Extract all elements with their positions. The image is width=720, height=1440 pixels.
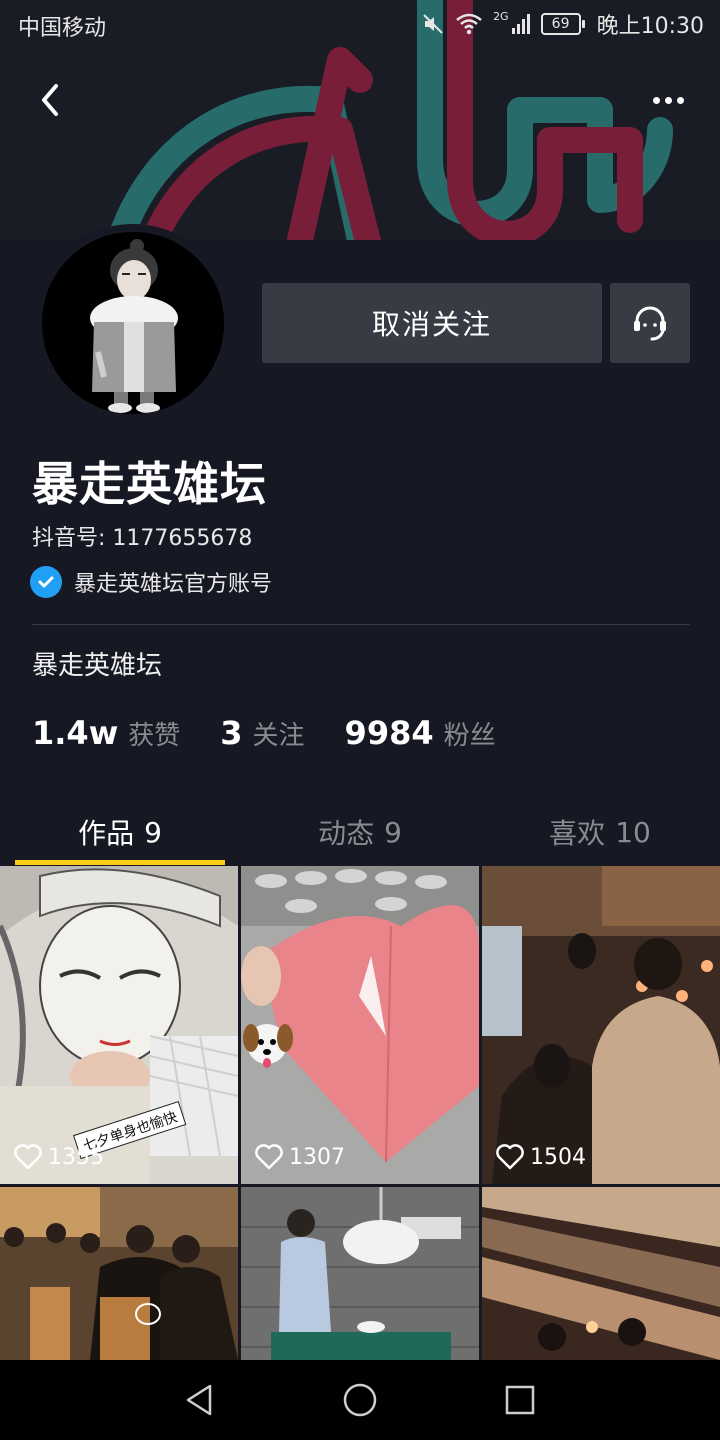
tab-count: 10 [615, 815, 651, 849]
tab-count: 9 [144, 815, 162, 849]
back-button[interactable] [28, 78, 72, 122]
heart-icon [14, 1144, 42, 1170]
likes-count: 1355 [48, 1144, 104, 1170]
square-recents-icon [505, 1385, 535, 1415]
likes-count: 1504 [530, 1144, 586, 1170]
divider [32, 624, 690, 625]
video-thumbnail[interactable]: 七夕单身也愉快 1355 [0, 866, 238, 1184]
tab-likes[interactable]: 喜欢 10 [480, 800, 720, 864]
more-button[interactable] [636, 78, 700, 122]
mute-icon [423, 14, 443, 34]
video-likes: 1355 [14, 1144, 104, 1170]
profile-stats: 1.4w 获赞 3 关注 9984 粉丝 [32, 714, 496, 752]
active-tab-indicator [15, 860, 225, 865]
network-type-label: 2G [493, 9, 509, 23]
douyin-id: 抖音号: 1177655678 [32, 526, 253, 551]
heart-icon [496, 1144, 524, 1170]
system-nav-bar [0, 1360, 720, 1440]
headset-icon [634, 306, 666, 341]
video-cover-image [482, 866, 720, 1184]
video-grid: 七夕单身也愉快 1355 1307 1504 [0, 866, 720, 1360]
nav-recents-button[interactable] [500, 1380, 540, 1420]
nav-home-button[interactable] [340, 1380, 380, 1420]
video-cover-image [482, 1187, 720, 1360]
video-cover-image [241, 866, 479, 1184]
stat-followers[interactable]: 9984 粉丝 [345, 714, 496, 752]
signal-icon [511, 14, 530, 34]
status-icons: 2G 69 晚上10:30 [421, 8, 704, 40]
message-button[interactable] [610, 283, 690, 363]
stat-likes: 1.4w 获赞 [32, 714, 180, 752]
heart-icon [255, 1144, 283, 1170]
likes-count: 1307 [289, 1144, 345, 1170]
stat-value: 9984 [344, 714, 434, 752]
tab-moments[interactable]: 动态 9 [240, 800, 480, 864]
wifi-icon [456, 13, 482, 35]
time-label: 晚上10:30 [596, 14, 704, 39]
video-cover-image [241, 1187, 479, 1360]
unfollow-button[interactable]: 取消关注 [262, 283, 602, 363]
video-thumbnail[interactable] [0, 1187, 238, 1360]
content-tabs: 作品 9 动态 9 喜欢 10 [0, 800, 720, 864]
status-bar: 中国移动 2G 69 晚上10:30 [0, 0, 720, 48]
check-badge-icon [30, 566, 62, 598]
stat-label: 关注 [252, 721, 305, 751]
video-thumbnail[interactable] [241, 1187, 479, 1360]
stat-value: 1.4w [32, 714, 119, 752]
video-cover-image [0, 1187, 238, 1360]
video-likes: 1307 [255, 1144, 345, 1170]
more-dots-icon [652, 96, 684, 104]
tab-works[interactable]: 作品 9 [0, 800, 240, 864]
triangle-back-icon [186, 1384, 212, 1416]
verified-text: 暴走英雄坛官方账号 [74, 572, 273, 597]
battery-icon: 69 [540, 13, 585, 35]
chevron-left-icon [42, 84, 58, 116]
video-thumbnail[interactable]: 1504 [482, 866, 720, 1184]
video-thumbnail[interactable]: 1307 [241, 866, 479, 1184]
tab-label: 作品 [78, 817, 135, 850]
tab-count: 9 [384, 815, 402, 849]
carrier-label: 中国移动 [18, 16, 107, 41]
stat-following[interactable]: 3 关注 [220, 714, 304, 752]
video-likes: 1504 [496, 1144, 586, 1170]
avatar[interactable] [34, 224, 232, 422]
nav-back-button[interactable] [180, 1380, 220, 1420]
circle-home-icon [343, 1383, 377, 1417]
stat-value: 3 [220, 714, 243, 752]
profile-nickname: 暴走英雄坛 [32, 457, 267, 511]
tab-label: 喜欢 [549, 817, 606, 850]
profile-bio: 暴走英雄坛 [32, 651, 163, 681]
video-thumbnail[interactable] [482, 1187, 720, 1360]
avatar-image [42, 232, 224, 414]
tab-label: 动态 [318, 817, 375, 850]
stat-label: 获赞 [128, 721, 181, 751]
stat-label: 粉丝 [443, 721, 496, 751]
verified-row: 暴走英雄坛官方账号 [30, 566, 272, 598]
video-cover-image: 七夕单身也愉快 [0, 866, 238, 1184]
